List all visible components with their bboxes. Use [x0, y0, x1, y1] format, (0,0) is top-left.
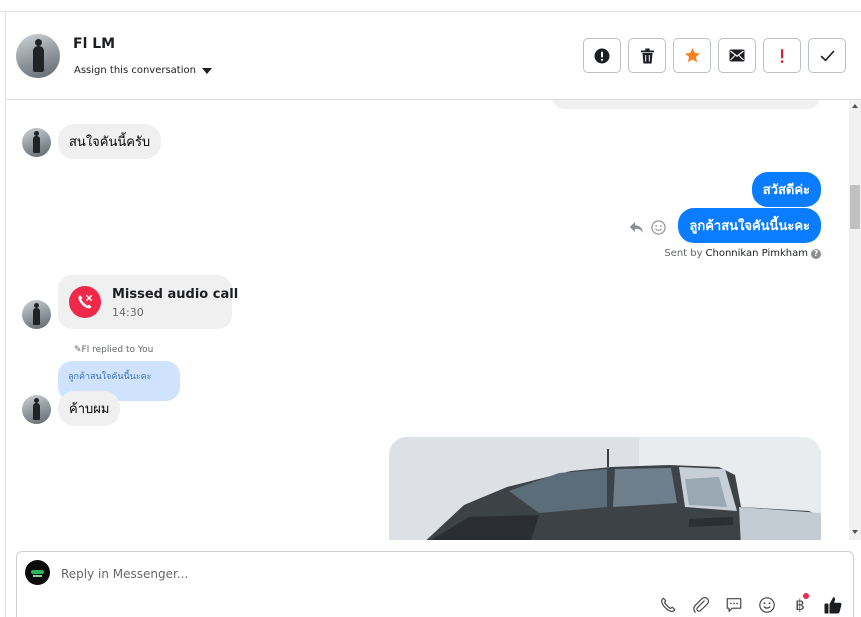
missed-call-card[interactable]: Missed audio call 14:30 — [58, 275, 238, 329]
reply-input[interactable] — [61, 565, 761, 583]
missed-call-title: Missed audio call — [112, 287, 239, 302]
pickup-truck-image — [389, 437, 821, 540]
important-button[interactable] — [763, 38, 801, 73]
sent-by-name: Chonnikan Pimkham — [705, 248, 808, 259]
info-icon[interactable]: ? — [811, 248, 821, 259]
incoming-message[interactable]: สนใจคันนี้ครับ — [58, 124, 162, 159]
conversation-header: Fl LM Assign this conversation — [6, 12, 861, 100]
outgoing-message[interactable]: ลูกค้าสนใจคันนี้นะคะ — [678, 208, 821, 243]
scroll-up-arrow[interactable] — [852, 104, 858, 108]
sent-by-label: Sent by Chonnikan Pimkham ? — [664, 248, 821, 259]
assign-label: Assign this conversation — [74, 65, 196, 76]
like-button[interactable] — [823, 595, 843, 615]
contact-name[interactable]: Fl LM — [73, 36, 115, 52]
checkmark-icon — [820, 50, 834, 61]
scroll-down-arrow[interactable] — [852, 530, 858, 534]
chat-bubble-icon — [726, 598, 742, 612]
missed-call-time: 14:30 — [112, 306, 144, 319]
payment-button[interactable]: ฿ — [790, 593, 810, 615]
sender-avatar[interactable] — [22, 128, 51, 157]
exclamation-icon — [780, 48, 784, 63]
notification-dot — [803, 593, 809, 599]
previous-message-bubble — [552, 100, 820, 109]
baht-icon: ฿ — [795, 596, 805, 614]
reply-composer: ฿ — [16, 551, 854, 617]
missed-call-icon — [69, 286, 101, 318]
replied-label: Fl replied to You — [81, 345, 154, 355]
call-button[interactable] — [658, 595, 678, 615]
incoming-message[interactable]: ค้าบผม — [58, 391, 121, 426]
header-actions — [583, 38, 846, 73]
car-photo-attachment[interactable] — [389, 437, 821, 540]
spam-button[interactable] — [583, 38, 621, 73]
caret-down-icon — [201, 67, 212, 74]
paperclip-icon — [693, 596, 710, 613]
phone-icon — [661, 597, 676, 612]
messenger-conversation: Fl LM Assign this conversation สนใจคันนี… — [0, 0, 861, 617]
done-button[interactable] — [808, 38, 846, 73]
composer-tools: ฿ — [658, 593, 843, 615]
chat-scrollbar[interactable] — [849, 100, 861, 540]
mark-unread-button[interactable] — [718, 38, 756, 73]
emoji-button[interactable] — [757, 595, 777, 615]
message-tools — [629, 220, 666, 235]
sender-avatar[interactable] — [22, 395, 51, 424]
delete-button[interactable] — [628, 38, 666, 73]
contact-avatar[interactable] — [16, 34, 60, 78]
thumbs-up-icon — [824, 597, 842, 614]
trash-icon — [640, 48, 654, 63]
star-button[interactable] — [673, 38, 711, 73]
saved-replies-button[interactable] — [724, 595, 744, 615]
message-thread[interactable]: สนใจคันนี้ครับ สวัสดีค่ะ ลูกค้าสนใจคันนี… — [6, 100, 861, 540]
outgoing-message[interactable]: สวัสดีค่ะ — [751, 172, 821, 207]
alert-circle-icon — [594, 48, 610, 63]
assign-conversation-dropdown[interactable]: Assign this conversation — [74, 65, 212, 76]
scrollbar-thumb[interactable] — [850, 185, 860, 229]
star-icon — [684, 48, 700, 63]
sender-avatar[interactable] — [22, 300, 51, 329]
page-logo — [25, 560, 50, 585]
replied-indicator: ✎Fl replied to You — [74, 345, 153, 355]
attach-button[interactable] — [691, 595, 711, 615]
react-emoji-icon[interactable] — [651, 220, 666, 235]
sent-by-prefix: Sent by — [664, 248, 703, 259]
reply-pencil-icon: ✎ — [74, 345, 82, 355]
emoji-icon — [759, 597, 775, 613]
reply-icon[interactable] — [629, 221, 644, 234]
envelope-icon — [729, 49, 745, 62]
